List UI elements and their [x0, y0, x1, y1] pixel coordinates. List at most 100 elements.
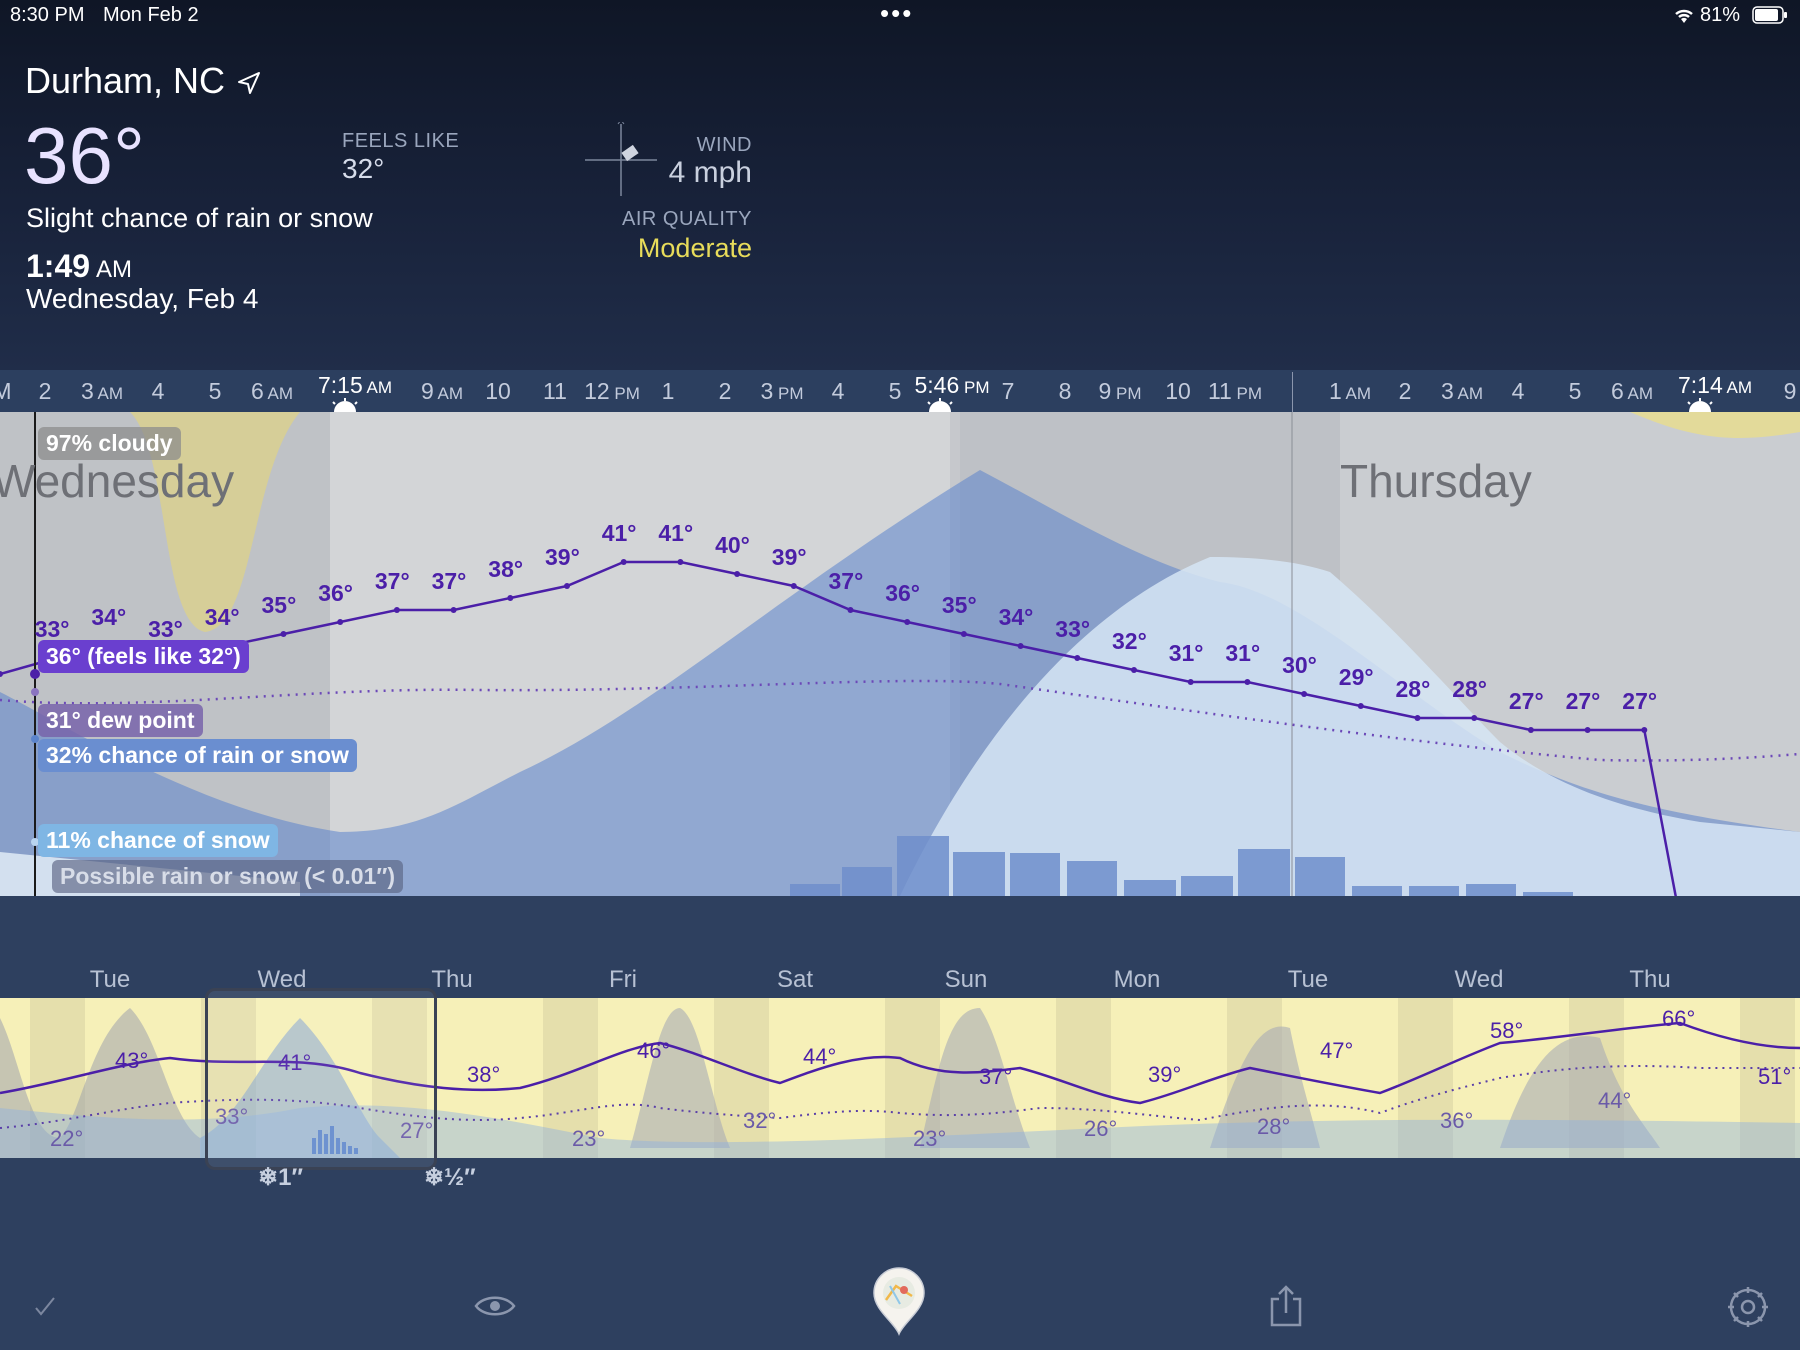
daily-high: 46°	[637, 1038, 671, 1063]
battery-icon	[1752, 6, 1788, 29]
precipitation-amount-label: Possible rain or snow (< 0.01″)	[52, 860, 404, 893]
temp-point	[393, 607, 400, 613]
more-dots-icon[interactable]: •••	[880, 0, 913, 29]
timeline-tick: 2	[718, 378, 732, 404]
hourly-temp-label: 39°	[545, 544, 580, 570]
temp-point	[677, 559, 684, 565]
eye-icon[interactable]	[474, 1293, 516, 1324]
timeline-tick: 5	[208, 378, 222, 404]
timeline-tick: 2	[38, 378, 52, 404]
temp-point	[620, 559, 627, 565]
daily-low: 28°	[1257, 1114, 1291, 1139]
day-label-thursday: Thursday	[1340, 455, 1532, 507]
hourly-temp-label: 33°	[34, 616, 70, 642]
timeline-tick: 3 PM	[760, 378, 804, 404]
timeline-tick: 6 AM	[250, 378, 294, 404]
temp-point	[1471, 715, 1478, 721]
temp-point	[790, 583, 797, 589]
temp-point	[734, 571, 741, 577]
hourly-temp-label: 31°	[1225, 640, 1261, 666]
location-arrow-icon[interactable]	[236, 70, 262, 101]
snow-total-thu: ❄½″	[424, 1164, 476, 1191]
settings-icon[interactable]	[1726, 1285, 1770, 1334]
rain-chance-label: 32% chance of rain or snow	[38, 739, 357, 772]
hourly-temp-label: 33°	[148, 616, 183, 642]
temp-point	[507, 595, 514, 601]
status-time: 8:30 PM	[10, 4, 85, 26]
timeline-tick: 2	[1398, 378, 1412, 404]
timeline-tick: 7:14 AM	[1677, 372, 1753, 398]
temperature-label: 36° (feels like 32°)	[38, 640, 249, 673]
temp-point	[904, 619, 911, 625]
map-pin-icon[interactable]	[872, 1266, 926, 1341]
hourly-temp-label: 29°	[1338, 664, 1374, 690]
daily-high-extra: 51°	[1758, 1064, 1792, 1089]
feels-like-value: 32°	[342, 153, 385, 184]
condition-text: Slight chance of rain or snow	[26, 203, 373, 233]
temp-point	[1017, 643, 1024, 649]
hourly-temp-label: 27°	[1565, 688, 1601, 714]
timeline-tick: 3 AM	[1440, 378, 1484, 404]
daily-high: 39°	[1148, 1062, 1182, 1087]
daily-day-label[interactable]: Thu	[1629, 966, 1670, 994]
timeline-tick: 4	[831, 378, 845, 404]
timeline-tick: 11	[543, 378, 567, 404]
wind-label: WIND	[696, 134, 752, 156]
temp-point	[1414, 715, 1421, 721]
checkmark-icon[interactable]	[34, 1294, 58, 1323]
day-divider-tick	[1292, 372, 1293, 412]
daily-low: 44°	[1598, 1088, 1632, 1113]
air-quality-label: AIR QUALITY	[622, 208, 752, 230]
temp-point	[960, 631, 967, 637]
daily-day-label[interactable]: Sun	[945, 966, 988, 994]
daily-day-label[interactable]: Tue	[1288, 966, 1328, 994]
daily-day-label[interactable]: Sat	[777, 966, 813, 994]
hourly-temp-label: 31°	[1168, 640, 1204, 666]
timeline-tick: 5:46 PM	[914, 372, 990, 398]
daily-day-label[interactable]: Tue	[90, 966, 130, 994]
hourly-temp-label: 41°	[601, 520, 637, 546]
daily-day-label[interactable]: Fri	[609, 966, 637, 994]
timeline-tick: 5	[888, 378, 902, 404]
selected-time: 1:49 AM	[26, 248, 133, 284]
temp-point	[1244, 679, 1251, 685]
timeline-tick: 7:15 AM	[317, 372, 393, 398]
hourly-temp-label: 38°	[488, 556, 524, 582]
temp-point	[564, 583, 570, 589]
daily-high: 58°	[1490, 1018, 1524, 1043]
timeline-axis[interactable]: M23 AM 4 5 6 AM 7:15 AM 9 AM 10 11 12 PM 1 2 3 PM 4 5…	[0, 370, 1800, 412]
temp-point	[280, 631, 287, 637]
temp-point	[337, 619, 344, 625]
daily-day-label[interactable]: Wed	[1455, 966, 1504, 994]
hourly-temp-label: 28°	[1395, 676, 1431, 702]
timeline-tick: 9	[1783, 378, 1797, 404]
temp-point	[847, 607, 854, 613]
timeline-tick: 3 AM	[80, 378, 124, 404]
location-name[interactable]: Durham, NC	[25, 60, 225, 102]
timeline-tick: 12 PM	[584, 378, 640, 404]
daily-low: 32°	[743, 1108, 777, 1133]
timeline-tick: 9 AM	[420, 378, 464, 404]
dew-point-label: 31° dew point	[38, 704, 203, 737]
daily-high: 38°	[467, 1062, 501, 1087]
daily-low: 26°	[1084, 1116, 1118, 1141]
hourly-temp-label: 37°	[374, 568, 410, 594]
feels-like-label: FEELS LIKE	[342, 130, 460, 152]
hourly-temp-label: 35°	[261, 592, 297, 618]
daily-day-label[interactable]: Mon	[1114, 966, 1161, 994]
hourly-graph[interactable]: Wednesday Thursday 33° 34° 33° 34° 35° 36° 37°…	[0, 412, 1800, 896]
hourly-temp-label: 39°	[771, 544, 807, 570]
header-background	[0, 0, 1800, 370]
timeline-tick: 9 PM	[1098, 378, 1142, 404]
daily-day-label[interactable]: Thu	[431, 966, 472, 994]
current-temperature: 36°	[24, 111, 145, 200]
temp-point	[1074, 655, 1081, 661]
hourly-temp-label: 34°	[204, 604, 240, 630]
share-icon[interactable]	[1269, 1285, 1303, 1332]
sunrise-sunset-icon	[1687, 398, 1713, 412]
hourly-temp-label: 35°	[941, 592, 977, 618]
timeline-tick: 10	[485, 378, 511, 404]
hourly-temp-label: 34°	[91, 604, 127, 630]
selected-day-highlight[interactable]	[205, 988, 437, 1170]
hourly-temp-label: 37°	[431, 568, 467, 594]
